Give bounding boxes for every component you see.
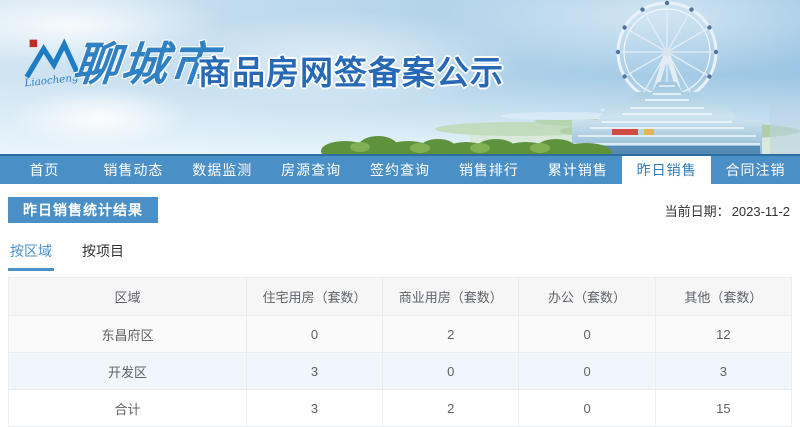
column-header-commercial: 商业用房（套数） [382,277,520,316]
cell-other: 12 [654,315,793,353]
banner: Liaocheng 聊城市 商品房网签备案公示 [0,0,800,154]
table-row: 开发区 3 0 0 3 [8,352,793,390]
page: Liaocheng 聊城市 商品房网签备案公示 首页 销售动态 数据监测 房源查… [0,0,800,427]
cell-commercial: 2 [382,315,520,353]
nav-item-cumulative-sales[interactable]: 累计销售 [533,156,622,184]
column-header-residential: 住宅用房（套数） [245,277,384,316]
column-header-region: 区域 [8,277,247,316]
cell-residential: 3 [245,389,384,427]
nav-item-data-monitoring[interactable]: 数据监测 [178,156,267,184]
cell-other: 3 [654,352,793,390]
cell-residential: 0 [245,315,384,353]
logo-red-square [29,39,38,48]
table-row: 东昌府区 0 2 0 12 [8,315,793,353]
tab-by-region[interactable]: 按区域 [8,241,54,271]
view-tabs: 按区域 按项目 [8,241,800,271]
table-header-row: 区域 住宅用房（套数） 商业用房（套数） 办公（套数） 其他（套数） [8,277,793,316]
cell-region: 合计 [8,389,247,427]
nav-item-housing-search[interactable]: 房源查询 [267,156,356,184]
main-nav: 首页 销售动态 数据监测 房源查询 签约查询 销售排行 累计销售 昨日销售 合同… [0,154,800,184]
current-date: 当前日期： 2023-11-2 [665,201,790,220]
tab-by-project[interactable]: 按项目 [80,241,126,271]
table-row-total: 合计 3 2 0 15 [8,389,793,427]
nav-item-home[interactable]: 首页 [0,156,89,184]
sales-statistics-table: 区域 住宅用房（套数） 商业用房（套数） 办公（套数） 其他（套数） 东昌府区 … [8,277,793,427]
nav-item-contract-cancellation[interactable]: 合同注销 [711,156,800,184]
cell-region: 开发区 [8,352,247,390]
cell-commercial: 2 [382,389,520,427]
cell-other: 15 [654,389,793,427]
nav-item-sales-ranking[interactable]: 销售排行 [444,156,533,184]
banner-title: 商品房网签备案公示 [198,54,504,91]
cell-residential: 3 [245,352,384,390]
nav-item-contract-search[interactable]: 签约查询 [356,156,445,184]
current-date-label: 当前日期： [664,203,730,219]
cell-region: 东昌府区 [8,315,247,353]
section-title: 昨日销售统计结果 [8,197,158,223]
cell-commercial: 0 [382,352,520,390]
cell-office: 0 [518,389,656,427]
cell-office: 0 [518,352,656,390]
nav-item-yesterday-sales[interactable]: 昨日销售 [622,156,712,184]
column-header-other: 其他（套数） [654,277,793,316]
nav-item-sales-dynamics[interactable]: 销售动态 [89,156,178,184]
current-date-value: 2023-11-2 [731,203,790,219]
toolbar: 昨日销售统计结果 当前日期： 2023-11-2 [8,197,790,223]
column-header-office: 办公（套数） [518,277,656,316]
cell-office: 0 [518,315,656,353]
